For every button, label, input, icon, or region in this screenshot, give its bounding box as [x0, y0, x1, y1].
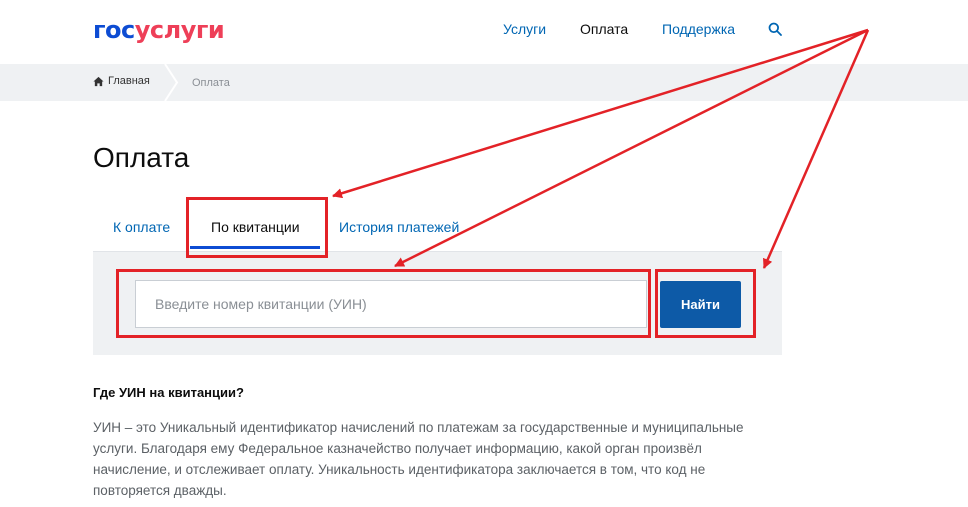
breadcrumb-separator	[164, 64, 179, 101]
home-icon	[93, 76, 104, 86]
arrow-to-tab	[332, 28, 869, 199]
nav-services-link[interactable]: Услуги	[503, 20, 546, 40]
uin-info-heading: Где УИН на квитанции?	[93, 385, 244, 400]
highlight-box-tab	[186, 197, 328, 258]
tab-to-pay[interactable]: К оплате	[113, 218, 170, 236]
logo-part-uslugi: услуги	[134, 16, 225, 44]
search-icon[interactable]	[768, 22, 782, 36]
tab-payment-history[interactable]: История платежей	[339, 218, 459, 236]
nav-support-link[interactable]: Поддержка	[662, 20, 735, 40]
breadcrumb-home-label: Главная	[108, 75, 150, 87]
breadcrumb-current: Оплата	[192, 77, 230, 89]
logo-part-gos: гос	[93, 16, 135, 44]
nav-payment-link[interactable]: Оплата	[580, 20, 628, 40]
gosuslugi-logo[interactable]: госуслуги	[93, 16, 225, 44]
highlight-box-button	[655, 269, 756, 338]
uin-info-text: УИН – это Уникальный идентификатор начис…	[93, 420, 744, 498]
breadcrumb-home-link[interactable]: Главная	[93, 75, 150, 87]
page-title: Оплата	[93, 142, 190, 173]
highlight-box-input	[116, 269, 651, 338]
